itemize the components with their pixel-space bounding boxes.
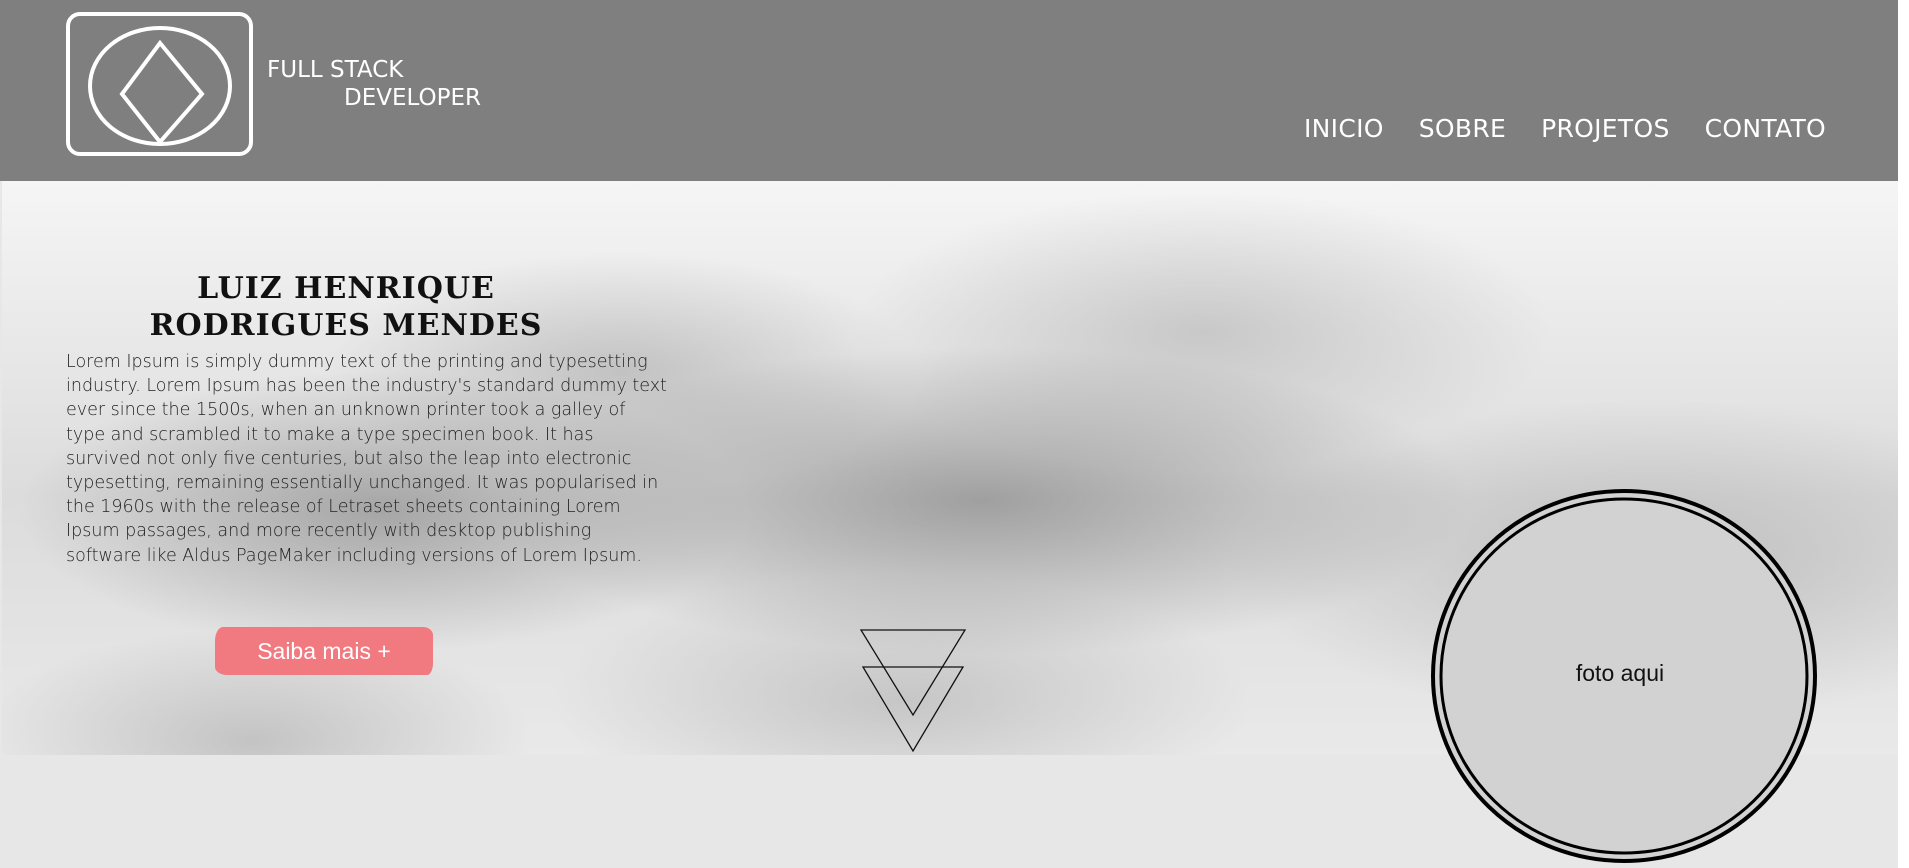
- diamond-in-oval-icon: [88, 26, 232, 146]
- photo-placeholder-label: foto aqui: [1575, 660, 1665, 686]
- hero-title: LUIZ HENRIQUE RODRIGUES MENDES: [66, 270, 626, 344]
- brand-line-2: DEVELOPER: [344, 85, 481, 111]
- nav-item-projetos[interactable]: PROJETOS: [1541, 114, 1670, 143]
- hero-title-line-1: LUIZ HENRIQUE: [197, 271, 495, 307]
- hero-title-line-2: RODRIGUES MENDES: [149, 308, 543, 344]
- nav-item-sobre[interactable]: SOBRE: [1419, 114, 1506, 143]
- main-nav: INICIO SOBRE PROJETOS CONTATO: [1304, 114, 1826, 143]
- saiba-mais-button[interactable]: Saiba mais +: [215, 627, 433, 675]
- brand-name: FULL STACK DEVELOPER: [267, 56, 481, 112]
- brand-line-1: FULL STACK: [267, 57, 404, 83]
- logo[interactable]: [66, 12, 253, 156]
- nav-item-contato[interactable]: CONTATO: [1705, 114, 1826, 143]
- nav-item-inicio[interactable]: INICIO: [1304, 114, 1384, 143]
- double-triangle-down-icon[interactable]: [858, 627, 968, 754]
- page: FULL STACK DEVELOPER INICIO SOBRE PROJET…: [0, 0, 1898, 868]
- site-header: FULL STACK DEVELOPER INICIO SOBRE PROJET…: [0, 0, 1898, 181]
- hero-description: Lorem Ipsum is simply dummy text of the …: [66, 352, 667, 566]
